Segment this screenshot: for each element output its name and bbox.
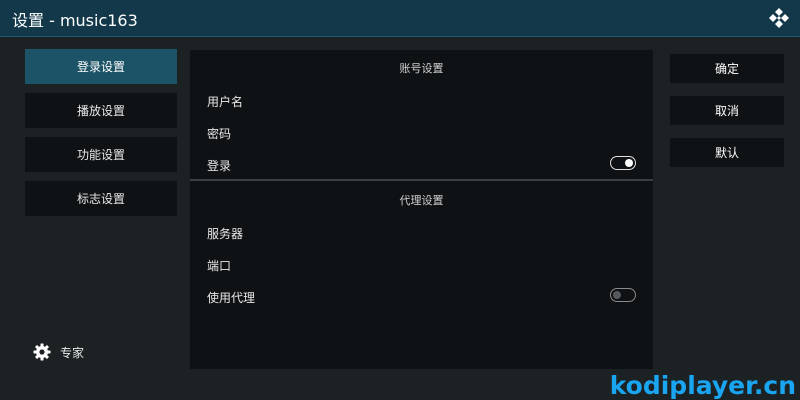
category-logo-settings[interactable]: 标志设置 bbox=[25, 181, 177, 216]
toggle-knob bbox=[613, 291, 621, 299]
toggle-knob bbox=[625, 159, 633, 167]
category-playback-settings[interactable]: 播放设置 bbox=[25, 93, 177, 128]
watermark: kodiplayer.cn bbox=[609, 371, 796, 400]
category-label: 播放设置 bbox=[76, 104, 125, 118]
ok-button[interactable]: 确定 bbox=[670, 54, 784, 83]
expert-label: 专家 bbox=[60, 345, 85, 360]
gear-icon bbox=[33, 343, 51, 361]
settings-panel: 账号设置 用户名 密码 登录 代理设置 服务器 端口 使用代理 bbox=[190, 50, 653, 369]
setting-port[interactable]: 端口 bbox=[207, 257, 231, 274]
title-bar: 设置 - music163 bbox=[0, 0, 800, 37]
setting-password[interactable]: 密码 bbox=[207, 125, 231, 142]
setting-use-proxy[interactable]: 使用代理 bbox=[207, 289, 255, 306]
setting-username[interactable]: 用户名 bbox=[207, 93, 243, 110]
ok-button-label: 确定 bbox=[714, 62, 739, 76]
default-button[interactable]: 默认 bbox=[670, 138, 784, 167]
section-divider bbox=[190, 179, 653, 181]
settings-level-expert[interactable]: 专家 bbox=[33, 343, 84, 361]
category-login-settings[interactable]: 登录设置 bbox=[25, 49, 177, 84]
settings-dialog: 设置 - music163 登录设置 播放设置 功能设置 标志设置 专家 账号设… bbox=[0, 0, 800, 400]
cancel-button-label: 取消 bbox=[714, 104, 739, 118]
category-feature-settings[interactable]: 功能设置 bbox=[25, 137, 177, 172]
account-section-header: 账号设置 bbox=[399, 62, 444, 75]
category-label: 功能设置 bbox=[76, 148, 125, 162]
use-proxy-toggle[interactable] bbox=[610, 288, 636, 302]
login-toggle[interactable] bbox=[610, 156, 636, 170]
window-title: 设置 - music163 bbox=[12, 11, 138, 30]
setting-login[interactable]: 登录 bbox=[207, 157, 231, 174]
default-button-label: 默认 bbox=[714, 146, 739, 160]
cancel-button[interactable]: 取消 bbox=[670, 96, 784, 125]
setting-server[interactable]: 服务器 bbox=[207, 225, 243, 242]
proxy-section-header: 代理设置 bbox=[399, 194, 444, 207]
kodi-logo-icon bbox=[769, 8, 789, 28]
category-label: 登录设置 bbox=[76, 60, 125, 74]
category-label: 标志设置 bbox=[76, 192, 125, 206]
